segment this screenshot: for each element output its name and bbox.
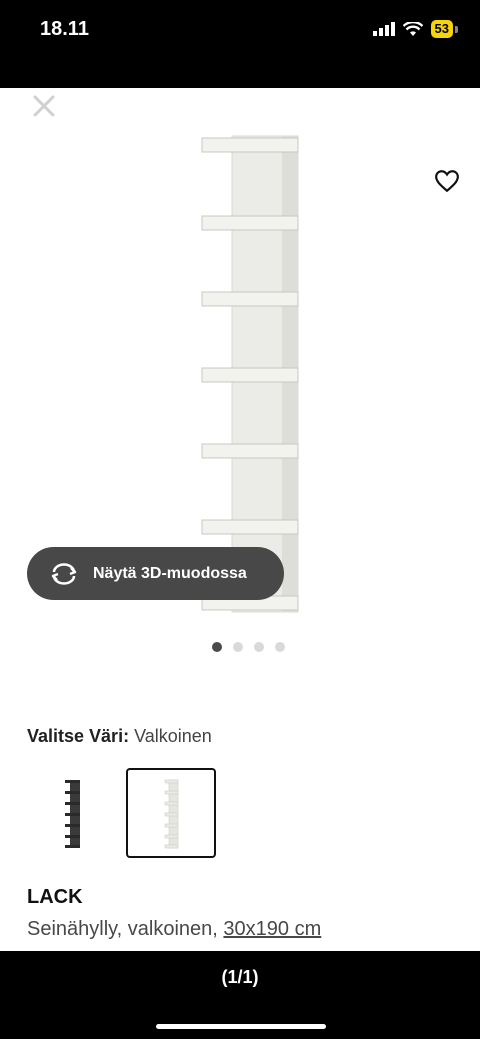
white-shelf-thumbnail [164, 779, 179, 849]
product-description: Seinähylly, valkoinen, 30x190 cm [27, 918, 321, 941]
product-name: LACK [27, 886, 83, 908]
heart-icon[interactable] [434, 168, 460, 194]
signal-icon [372, 22, 395, 36]
view-3d-label: Näytä 3D-muodossa [93, 564, 247, 582]
carousel-dot[interactable] [275, 642, 285, 652]
carousel-dot[interactable] [254, 642, 264, 652]
status-time: 18.11 [40, 18, 89, 40]
battery-level: 53 [430, 20, 453, 38]
color-swatch-white[interactable] [126, 768, 216, 858]
color-label-value: Valkoinen [134, 726, 212, 746]
home-indicator[interactable] [156, 1024, 326, 1029]
color-label-title: Valitse Väri: [27, 726, 130, 746]
rotate-3d-icon [51, 562, 77, 585]
black-shelf-thumbnail [65, 780, 80, 848]
bottom-bar: (1/1) [0, 951, 480, 1039]
view-3d-button[interactable]: Näytä 3D-muodossa [27, 547, 284, 600]
status-icons: 53 [372, 20, 458, 38]
color-swatch-black[interactable] [28, 768, 118, 858]
product-page: Näytä 3D-muodossa Valitse Väri: Valkoine… [0, 88, 480, 951]
wifi-icon [402, 21, 423, 36]
product-description-text: Seinähylly, valkoinen, [27, 918, 218, 940]
carousel-dot[interactable] [233, 642, 243, 652]
battery-tip-icon [455, 25, 458, 33]
carousel-dots [212, 642, 285, 652]
image-counter: (1/1) [221, 967, 259, 987]
carousel-dot[interactable] [212, 642, 222, 652]
product-size-link[interactable]: 30x190 cm [223, 918, 321, 940]
color-selector-label: Valitse Väri: Valkoinen [27, 726, 212, 747]
close-icon[interactable] [32, 94, 56, 118]
status-bar: 18.11 53 [0, 0, 480, 88]
